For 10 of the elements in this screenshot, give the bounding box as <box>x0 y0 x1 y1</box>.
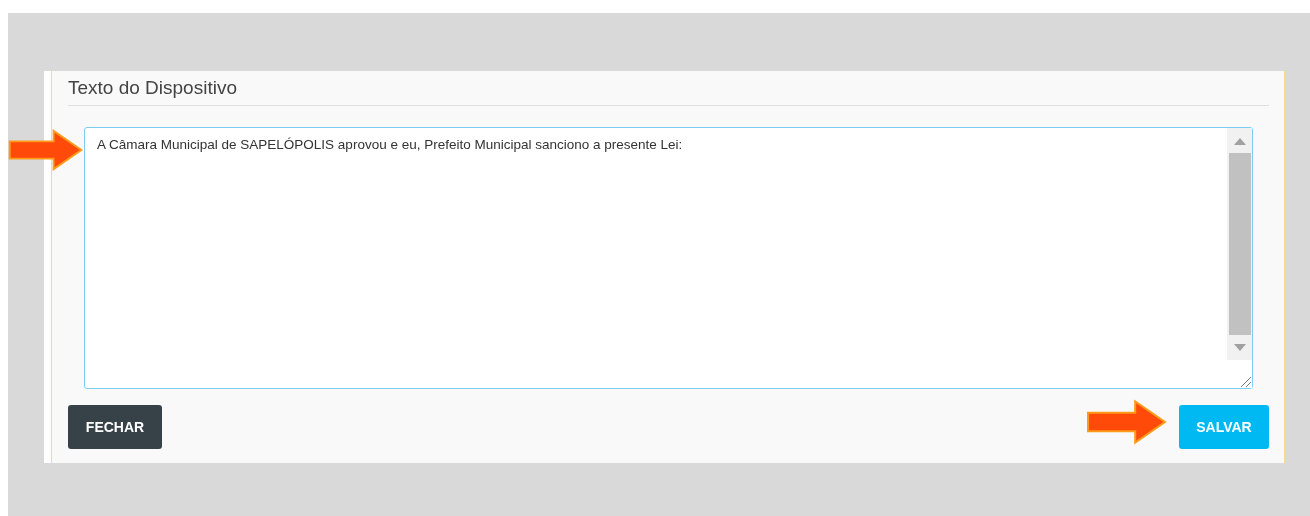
text-area-field[interactable]: A Câmara Municipal de SAPELÓPOLIS aprovou e eu, Prefeito Municipal sanciono a presente Lei: <box>84 127 1253 389</box>
section-title: Texto do Dispositivo <box>68 76 238 100</box>
scrollbar[interactable] <box>1227 128 1252 388</box>
close-button[interactable]: FECHAR <box>68 405 162 449</box>
arrow-icon <box>1086 399 1168 445</box>
resize-grip-icon[interactable] <box>1240 376 1252 388</box>
scroll-up-icon[interactable] <box>1233 137 1246 145</box>
arrow-icon <box>7 129 85 171</box>
scroll-down-icon[interactable] <box>1233 344 1246 352</box>
scroll-thumb[interactable] <box>1228 153 1251 335</box>
